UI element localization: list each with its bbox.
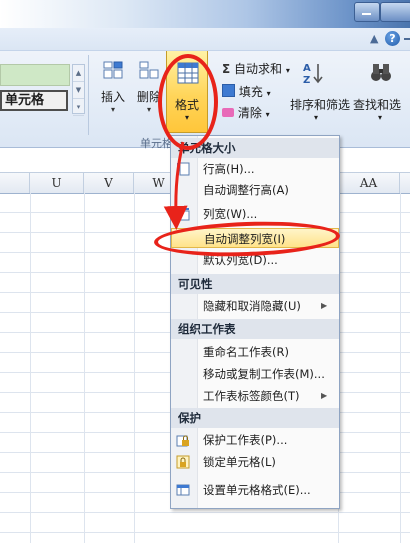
- clear-dropdown-icon: ▾: [265, 110, 270, 119]
- submenu-arrow-icon: ▶: [321, 301, 328, 310]
- ribbon-divider: [88, 55, 89, 135]
- section-organize-sheets: 组织工作表: [171, 319, 339, 339]
- menu-item-autofit-row-height[interactable]: 自动调整行高(A): [171, 180, 339, 200]
- submenu-arrow-icon: ▶: [321, 391, 328, 400]
- autosum-button[interactable]: Σ 自动求和 ▾: [222, 60, 290, 77]
- format-dropdown-menu: 单元格大小 行高(H)... 自动调整行高(A) 列宽(W)... 自动调整列宽…: [170, 135, 340, 509]
- minimize-ribbon-icon[interactable]: [404, 38, 410, 40]
- ribbon-control-row: ▲ ?: [0, 28, 410, 51]
- menu-move-copy-label: 移动或复制工作表(M)...: [203, 367, 325, 381]
- cell-style-preview[interactable]: [0, 64, 70, 86]
- menu-item-rename-sheet[interactable]: 重命名工作表(R): [171, 342, 339, 362]
- menu-item-lock-cell[interactable]: 锁定单元格(L): [171, 452, 339, 472]
- column-header-v[interactable]: V: [84, 173, 134, 193]
- menu-row-height-label: 行高(H)...: [203, 162, 255, 176]
- column-width-icon: [176, 208, 190, 221]
- autosum-dropdown-icon: ▾: [285, 66, 290, 75]
- menu-format-cells-label: 设置单元格格式(E)...: [203, 483, 311, 497]
- cell-style-gallery-item[interactable]: 单元格: [0, 90, 68, 111]
- protect-sheet-icon: [176, 435, 189, 447]
- menu-lock-label: 锁定单元格(L): [203, 455, 276, 469]
- clear-label: 清除: [237, 106, 262, 120]
- find-select-button[interactable]: 查找和选: [353, 96, 401, 113]
- menu-item-move-copy-sheet[interactable]: 移动或复制工作表(M)...: [171, 364, 339, 384]
- menu-item-row-height[interactable]: 行高(H)...: [171, 159, 339, 179]
- sigma-icon: Σ: [222, 62, 231, 76]
- format-cells-dialog-icon: [176, 484, 190, 496]
- restore-window-button[interactable]: [380, 2, 410, 22]
- column-header-aa[interactable]: AA: [338, 173, 400, 193]
- sort-filter-icon: A Z: [303, 63, 323, 85]
- scroll-up-icon[interactable]: ▲: [73, 65, 84, 82]
- fill-button[interactable]: 填充 ▾: [222, 83, 271, 100]
- fill-label: 填充: [238, 85, 263, 99]
- insert-cells-icon: [103, 61, 123, 79]
- section-visibility: 可见性: [171, 274, 339, 294]
- clear-button[interactable]: 清除 ▾: [222, 104, 270, 121]
- scroll-down-icon[interactable]: ▼: [73, 82, 84, 99]
- autosum-label: 自动求和: [234, 62, 283, 76]
- menu-item-protect-sheet[interactable]: 保护工作表(P)...: [171, 430, 339, 450]
- menu-protect-label: 保护工作表(P)...: [203, 433, 288, 447]
- insert-label: 插入: [100, 90, 125, 104]
- column-header-blank: [0, 173, 30, 193]
- menu-autofit-row-label: 自动调整行高(A): [203, 183, 289, 197]
- svg-text:A: A: [303, 63, 311, 74]
- svg-text:Z: Z: [303, 75, 310, 85]
- fill-dropdown-icon: ▾: [266, 89, 271, 98]
- collapse-ribbon-icon[interactable]: ▲: [370, 32, 378, 45]
- gallery-scroll[interactable]: ▲ ▼ ▾: [72, 64, 85, 116]
- lock-icon: [176, 455, 190, 469]
- menu-rename-label: 重命名工作表(R): [203, 345, 289, 359]
- menu-item-tab-color[interactable]: 工作表标签颜色(T) ▶: [171, 386, 339, 406]
- section-protection: 保护: [171, 408, 339, 428]
- insert-dropdown-icon: ▾: [110, 105, 115, 114]
- gallery-more-icon[interactable]: ▾: [73, 99, 84, 116]
- annotation-circle-format: [158, 54, 218, 150]
- menu-item-hide-unhide[interactable]: 隐藏和取消隐藏(U) ▶: [171, 296, 339, 316]
- column-header-u[interactable]: U: [30, 173, 84, 193]
- window-title-bar: [0, 0, 410, 28]
- delete-cells-icon: [139, 61, 159, 79]
- eraser-icon: [222, 108, 234, 117]
- sort-filter-button[interactable]: 排序和筛选: [290, 96, 350, 113]
- menu-hide-unhide-label: 隐藏和取消隐藏(U): [203, 299, 301, 313]
- menu-item-format-cells[interactable]: 设置单元格格式(E)...: [171, 480, 339, 500]
- row-height-icon: [177, 162, 190, 176]
- binoculars-icon: [371, 64, 391, 81]
- help-icon[interactable]: ?: [385, 31, 400, 46]
- insert-button[interactable]: 插入 ▾: [96, 51, 130, 114]
- menu-tab-color-label: 工作表标签颜色(T): [203, 389, 300, 403]
- fill-icon: [222, 84, 235, 97]
- find-dropdown-icon: ▾: [378, 113, 383, 122]
- minimize-window-button[interactable]: [354, 2, 380, 22]
- sort-dropdown-icon: ▾: [314, 113, 319, 122]
